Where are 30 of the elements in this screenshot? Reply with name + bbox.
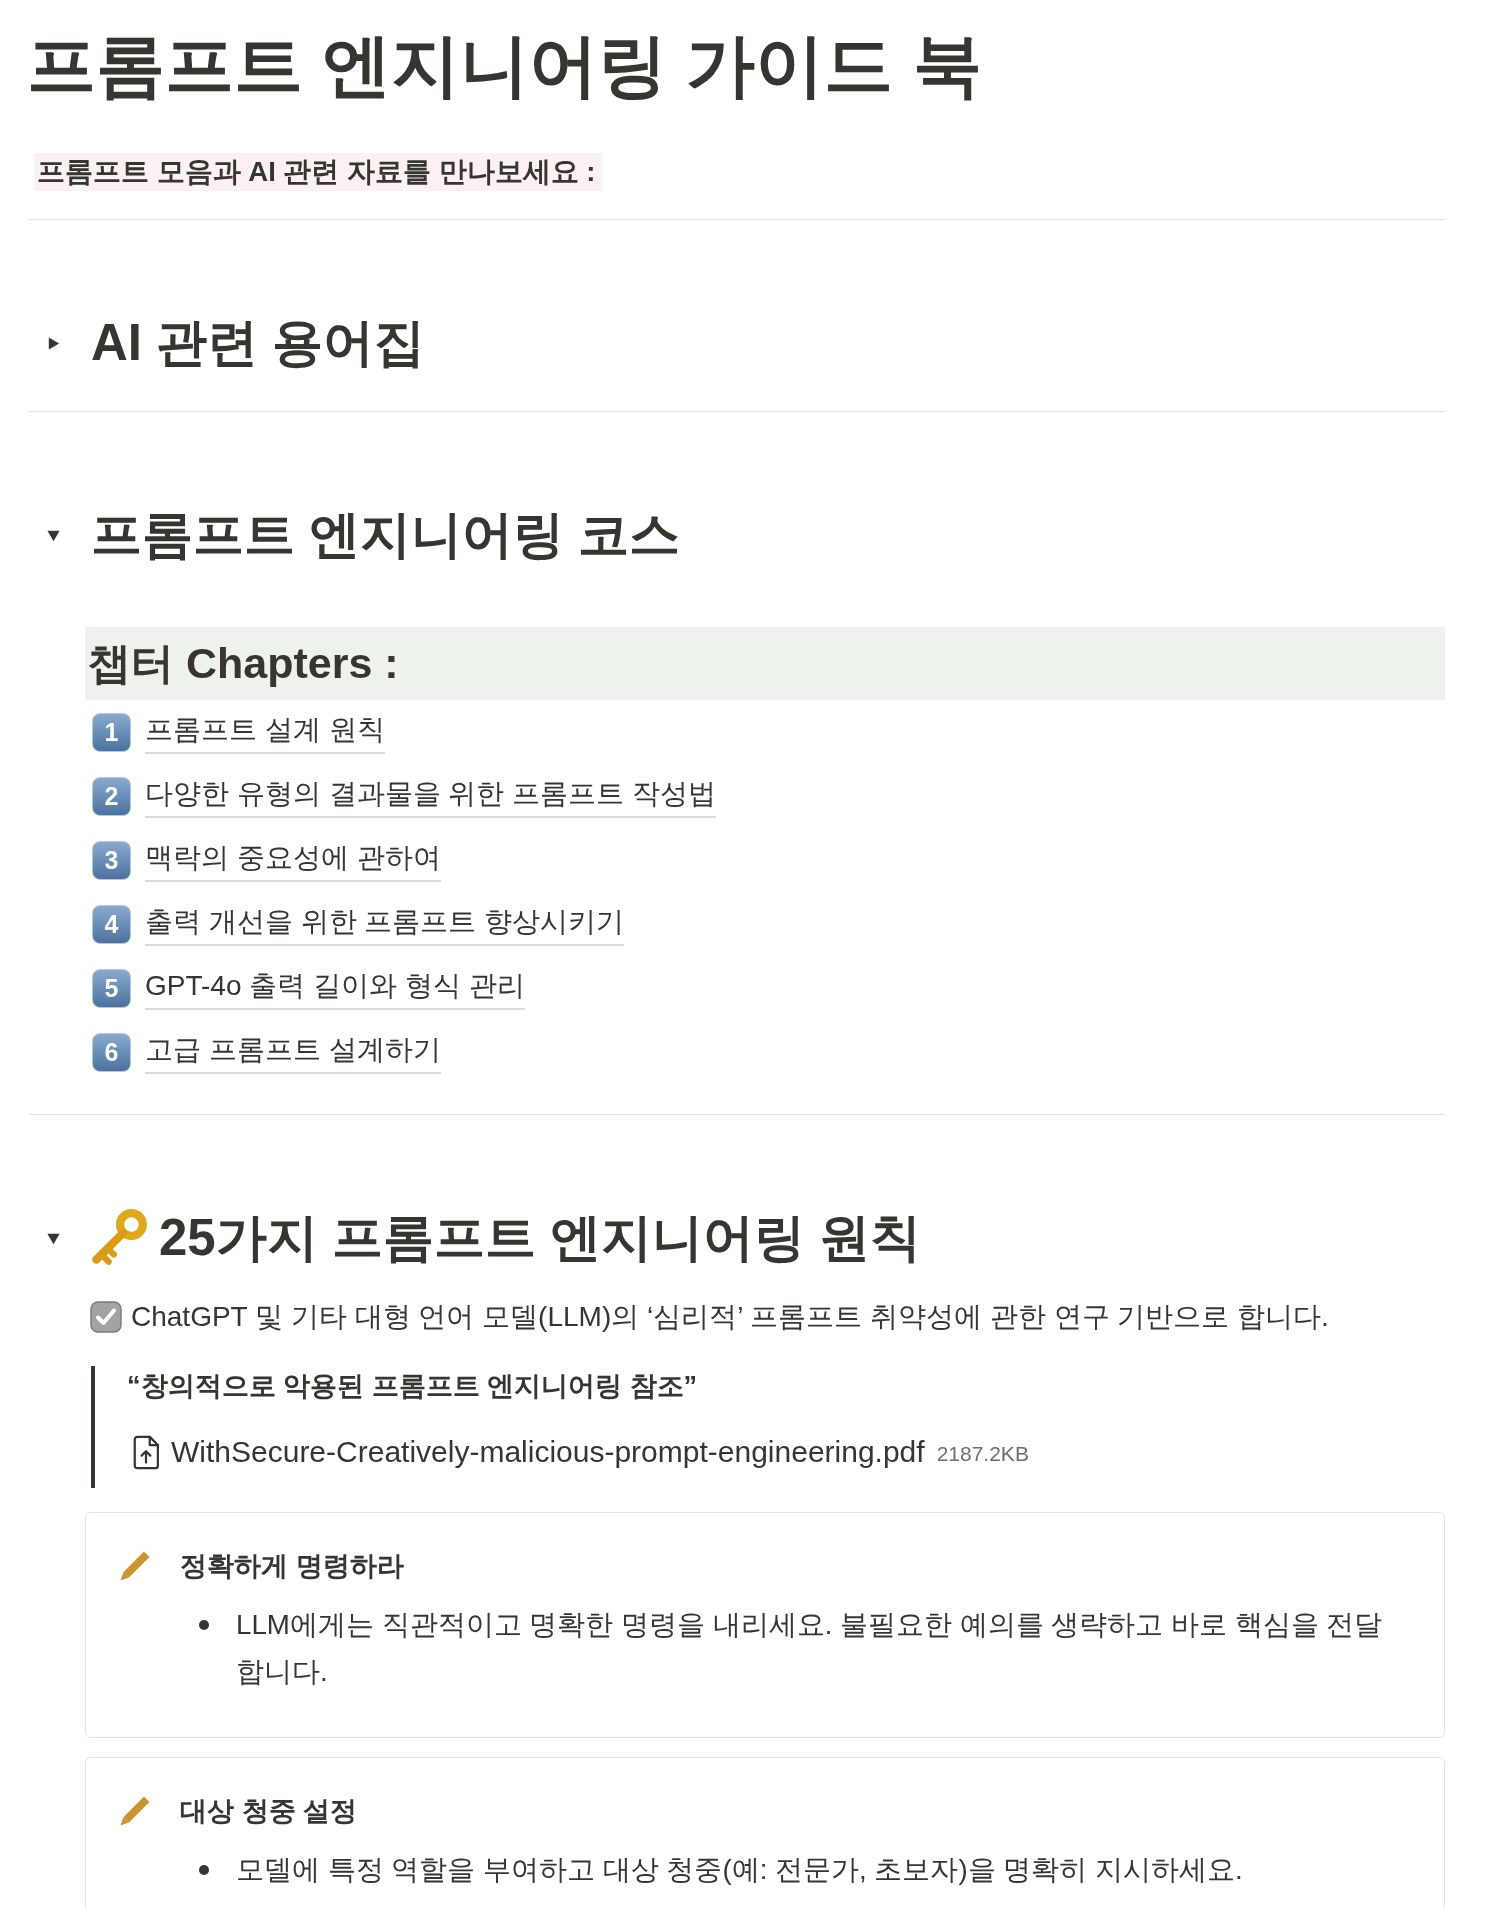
chapter-link[interactable]: 프롬프트 설계 원칙 [145, 710, 385, 754]
bullet-icon [199, 1620, 209, 1630]
section-heading: 25가지 프롬프트 엔지니어링 원칙 [159, 1208, 922, 1268]
bullet-icon [199, 1865, 209, 1875]
chapter-link[interactable]: 다양한 유형의 결과물을 위한 프롬프트 작성법 [145, 774, 716, 818]
file-size: 2187.2KB [936, 1442, 1029, 1466]
section-heading: AI 관련 용어집 [91, 313, 426, 373]
number-keycap: 4 [92, 904, 131, 944]
bullet-text: 모델에 특정 역할을 부여하고 대상 청중(예: 전문가, 초보자)을 명확히 지시하세요. [236, 1853, 1243, 1887]
chapter-link[interactable]: GPT-4o 출력 길이와 형식 관리 [145, 966, 525, 1010]
file-link[interactable]: WithSecure-Creatively-malicious-prompt-engineering.pdf [171, 1435, 925, 1469]
chapter-link[interactable]: 출력 개선을 위한 프롬프트 향상시키기 [145, 902, 625, 946]
callout-title: 대상 청중 설정 [180, 1795, 358, 1828]
number-keycap: 2 [92, 776, 131, 816]
chapter-link[interactable]: 맥락의 중요성에 관하여 [145, 838, 441, 882]
section-heading: 프롬프트 엔지니어링 코스 [91, 505, 681, 565]
number-keycap: 3 [92, 840, 131, 880]
bullet-text: LLM에게는 직관적이고 명확한 명령을 내리세요. 불필요한 예의를 생략하고 바로 핵심을 전달합니다. [236, 1608, 1384, 1689]
chapters-heading: 챕터 Chapters : [85, 627, 1445, 700]
page-subtitle: 프롬프트 모음과 AI 관련 자료를 만나보세요 : [34, 153, 602, 191]
note-text: ChatGPT 및 기타 대형 언어 모델(LLM)의 ‘심리적’ 프롬프트 취약성에 관한 연구 기반으로 합니다. [131, 1300, 1329, 1334]
file-icon [131, 1434, 161, 1470]
chapter-link[interactable]: 고급 프롬프트 설계하기 [145, 1030, 441, 1074]
callout-title: 정확하게 명령하라 [180, 1550, 405, 1583]
number-keycap: 6 [92, 1032, 131, 1072]
caret-icon[interactable] [46, 335, 61, 351]
number-keycap: 5 [92, 968, 131, 1008]
page-title: 프롬프트 엔지니어링 가이드 북 [29, 26, 983, 106]
number-keycap: 1 [92, 712, 131, 752]
quote-text: “창의적으로 악용된 프롬프트 엔지니어링 참조” [127, 1370, 698, 1403]
